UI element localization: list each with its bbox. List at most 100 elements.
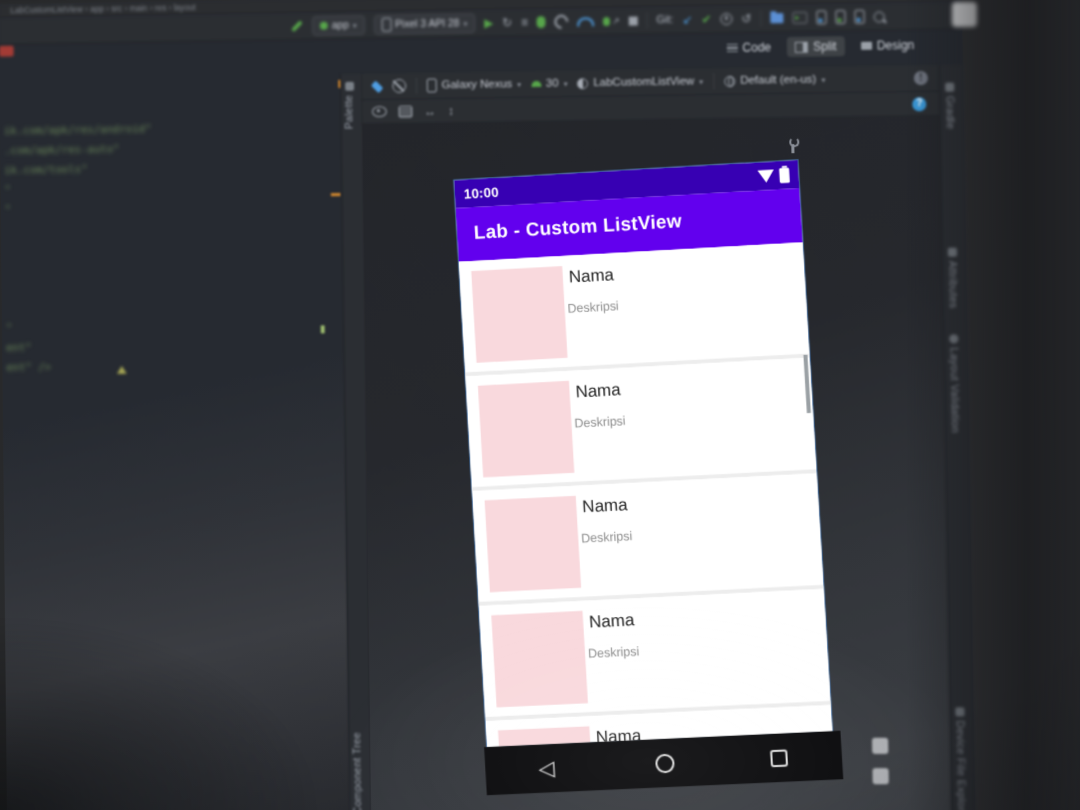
app-module-icon [319,21,328,30]
item-image-placeholder [484,495,582,593]
ide-scene: LabCustomListView › app › src › main › r… [0,0,990,810]
list-item[interactable]: Nama Deskripsi [458,242,810,377]
toolbar-divider [713,73,715,90]
apply-changes-icon[interactable]: ↻ [502,16,512,30]
gradle-label: Gradle [943,95,957,130]
chevron-down-icon: ▾ [517,79,522,89]
tab-split-label: Split [813,39,837,54]
emulator-icon[interactable] [792,11,808,24]
render-wrench-icon [791,144,795,154]
zoom-in-button[interactable] [871,737,889,754]
tab-split[interactable]: Split [786,36,845,58]
list-item[interactable]: Nama Deskripsi [478,588,831,721]
orientation-icon[interactable] [392,78,407,94]
chevron-down-icon: ▾ [699,76,704,86]
status-time: 10:00 [463,184,500,202]
code-line: " [4,183,11,197]
recents-button[interactable] [769,748,788,767]
theme-selector[interactable]: LabCustomListView ▾ [577,75,703,89]
toolbar-divider [415,77,418,94]
listview[interactable]: Nama Deskripsi Nama Deskripsi Nama Deskr… [458,242,833,748]
item-image-placeholder [471,265,568,363]
phone-screen: 10:00 Lab - Custom ListView Nama Deskrip… [452,159,834,749]
build-icon[interactable] [291,20,303,33]
device-file-explorer-icon [954,707,965,717]
search-icon[interactable] [873,10,885,23]
git-update-icon[interactable]: ↙ [682,13,692,27]
tool-tab-layout-validation[interactable]: Layout Validation [947,334,961,433]
palette-icon [344,81,354,91]
issues-badge[interactable]: ! [913,70,929,86]
run-tasks-icon[interactable]: ≡ [521,15,528,29]
locale-selector-label: Default (en-us) [740,73,817,87]
attributes-label: Attributes [946,260,959,309]
run-config-dropdown[interactable]: app ▾ [311,15,365,36]
debug-button[interactable] [536,16,546,29]
tab-code[interactable]: Code [718,37,779,58]
project-structure-icon[interactable] [770,13,784,24]
layout-validation-icon [948,334,959,344]
tool-tab-gradle[interactable]: Gradle [943,82,957,130]
item-name: Nama [574,379,622,402]
code-line: " [4,203,12,217]
git-commit-icon[interactable]: ✔ [701,12,711,26]
horizontal-margin-icon[interactable]: ↔ [424,104,436,118]
layout-list-icon[interactable] [398,105,413,118]
vertical-margin-icon[interactable]: ↕ [448,104,454,118]
xml-code: ik.com/apk/res/android" .com/apk/res-aut… [4,122,155,380]
code-editor[interactable]: ik.com/apk/res/android" .com/apk/res-aut… [0,74,350,810]
phone-preview[interactable]: 10:00 Lab - Custom ListView Nama Deskrip… [452,159,844,796]
tool-tab-palette[interactable]: Palette [343,81,356,130]
item-description: Deskripsi [574,413,626,431]
run-button[interactable]: ▶ [484,16,493,30]
code-line: .com/apk/res-auto" [3,142,120,157]
stop-button[interactable] [628,16,638,26]
rollback-icon[interactable]: ↺ [741,12,751,26]
design-surface-icon[interactable] [370,80,384,93]
status-icons [757,167,790,184]
help-badge[interactable]: ? [912,96,927,111]
attributes-icon [947,247,957,257]
running-devices-icon[interactable] [835,10,846,25]
tool-tab-device-file-explorer[interactable]: Device File Explorer [953,707,967,810]
api-selector[interactable]: 30 ▾ [531,77,568,90]
toolbar-divider [760,10,762,27]
tab-code-label: Code [742,40,772,55]
list-item[interactable]: Nama Deskripsi [472,473,824,606]
device-manager-icon[interactable] [816,10,827,25]
item-name: Nama [568,265,615,287]
git-label: Git: [656,13,674,27]
phone-icon [381,17,392,32]
home-button[interactable] [655,753,676,773]
view-options-icon[interactable] [371,106,387,118]
code-icon [726,43,738,53]
attach-debugger-icon[interactable]: ↗ [603,15,620,26]
api-selector-label: 30 [545,77,559,90]
tool-tab-component-tree[interactable]: Component Tree [351,731,364,810]
list-item[interactable]: Nama Deskripsi [465,357,817,492]
device-selector[interactable]: Galaxy Nexus ▾ [426,77,522,93]
design-canvas[interactable]: 10:00 Lab - Custom ListView Nama Deskrip… [362,115,953,810]
locale-selector[interactable]: Default (en-us) ▾ [724,74,825,88]
back-button[interactable]: ◁ [538,757,555,781]
tab-design[interactable]: Design [852,35,922,56]
chevron-down-icon: ▾ [563,78,568,88]
profiler-icon[interactable] [551,11,572,32]
gradle-icon [944,82,954,92]
history-icon[interactable] [720,12,733,26]
palette-label: Palette [343,94,356,130]
device-dropdown[interactable]: Pixel 3 API 28 ▾ [373,13,476,35]
design-icon [860,41,872,50]
zoom-out-button[interactable] [872,768,889,785]
code-line: " [5,321,13,335]
gauge-icon[interactable] [577,16,595,27]
file-tab[interactable] [0,45,14,57]
tool-tab-attributes[interactable]: Attributes [946,247,959,309]
item-name: Nama [588,610,635,632]
arrow-icon: ↗ [612,15,620,26]
sdk-manager-icon[interactable] [854,9,865,24]
code-line: ent" [6,341,32,355]
item-description: Deskripsi [587,644,640,661]
